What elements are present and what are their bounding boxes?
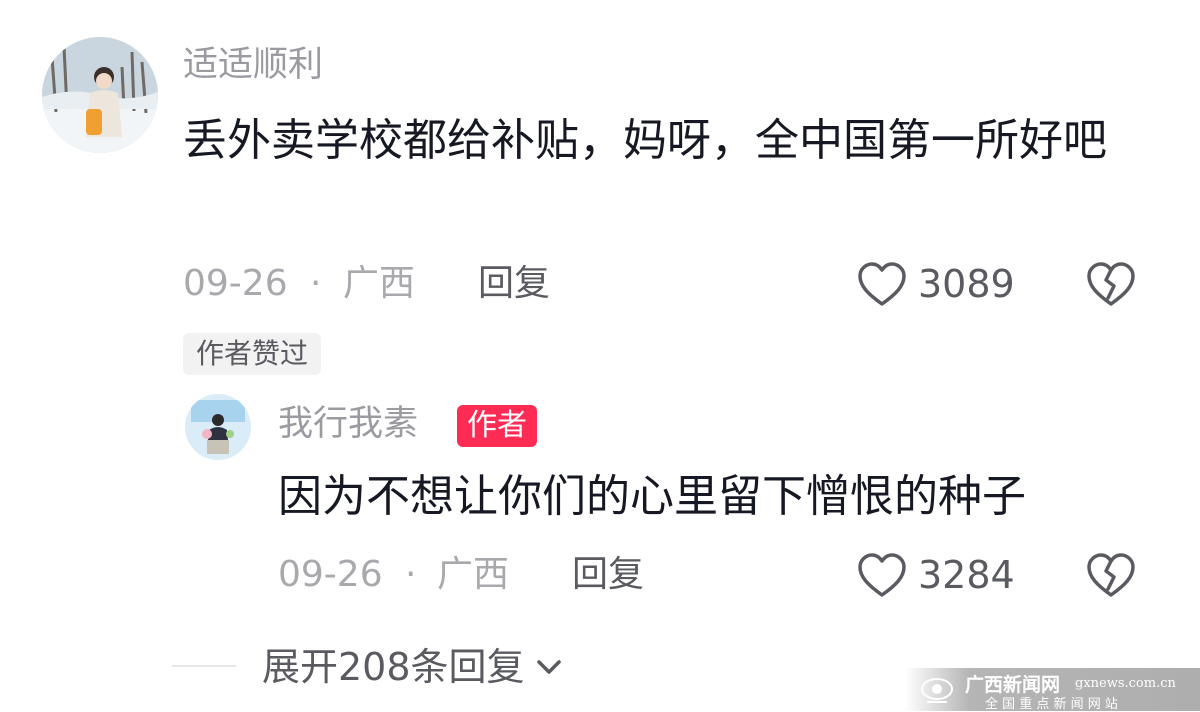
replier-avatar[interactable] (185, 394, 251, 460)
reply-meta-separator: · (405, 554, 417, 595)
replier-avatar-image (185, 394, 251, 460)
comment-like-button[interactable]: 3089 (856, 260, 1015, 308)
reply-dislike-broken-heart-icon[interactable] (1085, 551, 1137, 599)
gxnews-logo-icon (919, 672, 955, 706)
expand-divider (172, 665, 236, 667)
heart-icon (856, 551, 908, 599)
comment-location: 广西 (343, 263, 416, 304)
commenter-avatar[interactable] (42, 37, 158, 153)
heart-icon (856, 260, 908, 308)
comment-date: 09-26 (183, 263, 288, 304)
comment-like-count: 3089 (918, 262, 1015, 306)
author-badge: 作者 (457, 405, 537, 447)
reply-location: 广西 (437, 554, 510, 595)
watermark-tagline: 全 国 重 点 新 闻 网 站 (985, 697, 1118, 712)
author-liked-badge: 作者赞过 (183, 333, 322, 375)
reply-like-button[interactable]: 3284 (856, 551, 1015, 599)
watermark-domain: gxnews.com.cn (1075, 676, 1176, 691)
replier-username[interactable]: 我行我素 (278, 407, 418, 442)
reply-like-count: 3284 (918, 553, 1015, 597)
expand-replies-button[interactable]: 展开208条回复 (262, 648, 563, 686)
commenter-username[interactable]: 适适顺利 (183, 48, 323, 83)
chevron-down-icon (535, 657, 563, 677)
comment-meta-separator: · (310, 263, 322, 304)
comment-text: 丢外卖学校都给补贴，妈呀，全中国第一所好吧 (183, 115, 1107, 166)
comment-reply-button[interactable]: 回复 (478, 266, 550, 302)
commenter-avatar-image (42, 37, 158, 153)
expand-replies-label: 展开208条回复 (262, 645, 525, 689)
dislike-broken-heart-icon[interactable] (1085, 260, 1137, 308)
gxnews-watermark: 广西新闻网 gxnews.com.cn 全 国 重 点 新 闻 网 站 (905, 668, 1200, 712)
reply-reply-button[interactable]: 回复 (572, 557, 644, 593)
reply-text: 因为不想让你们的心里留下憎恨的种子 (278, 471, 1026, 522)
reply-date: 09-26 (278, 554, 383, 595)
